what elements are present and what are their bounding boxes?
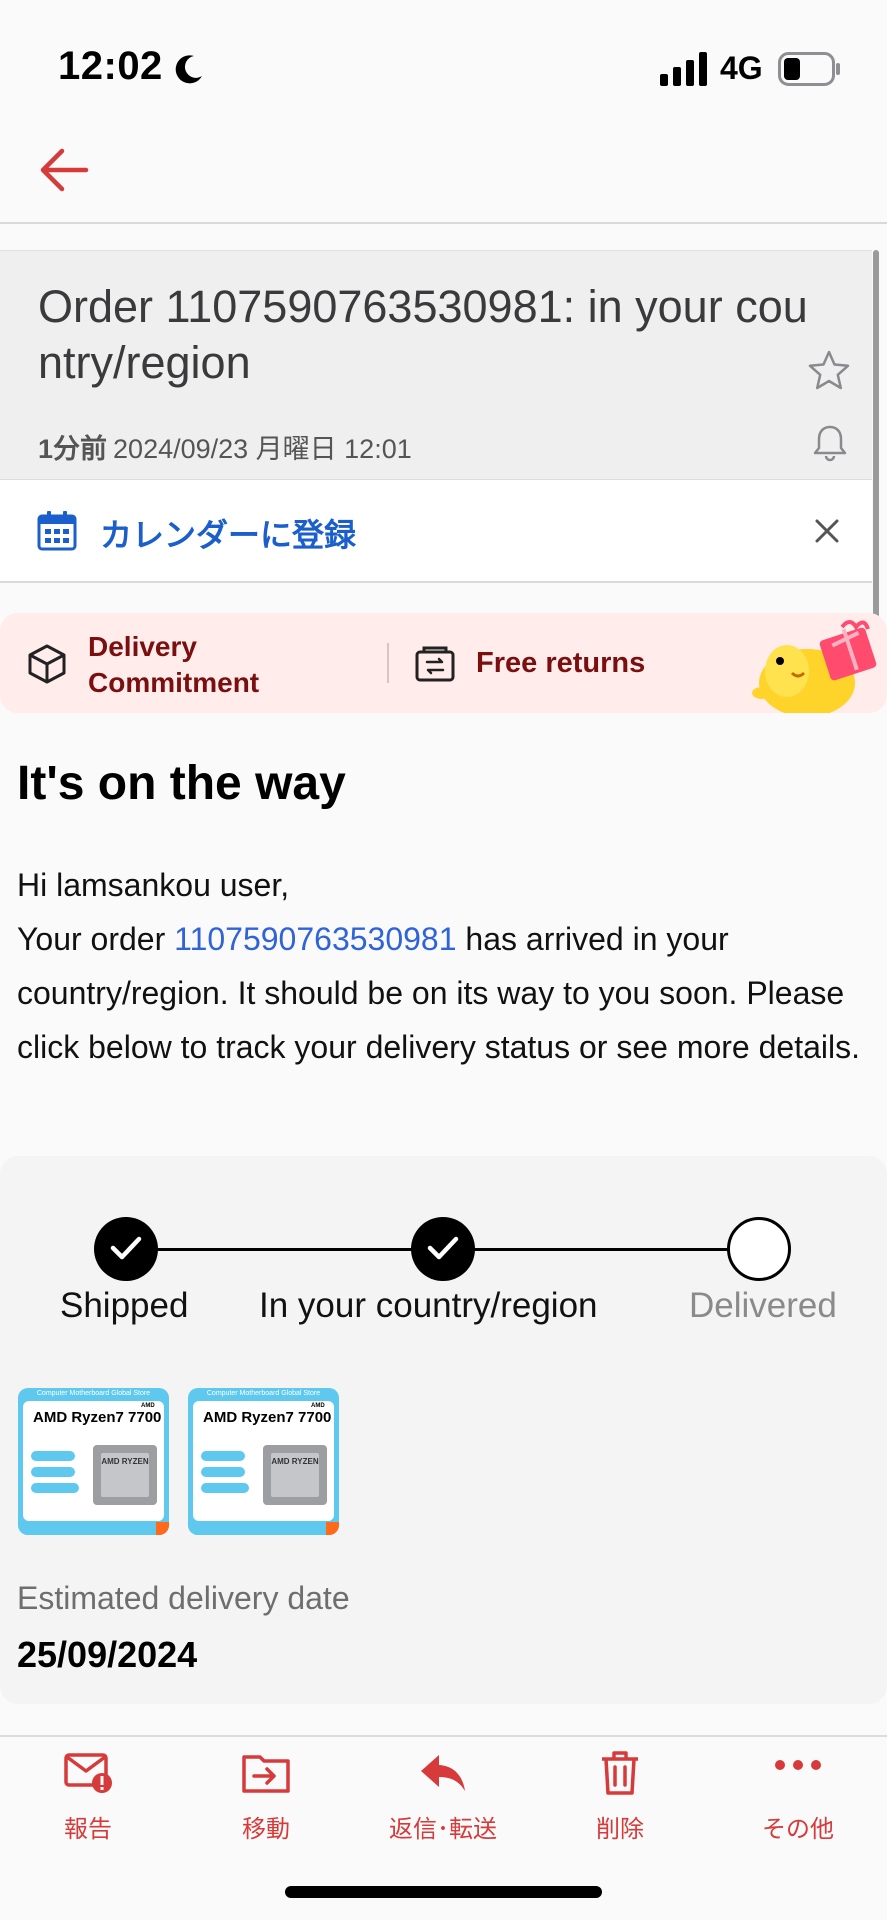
more-icon xyxy=(775,1760,821,1770)
mail-datetime: 2024/09/23 月曜日 12:01 xyxy=(113,434,412,464)
star-icon[interactable] xyxy=(805,347,853,395)
home-indicator[interactable] xyxy=(285,1886,602,1898)
thumb-store-name: Computer Motherboard Global Store xyxy=(206,1390,321,1397)
return-icon xyxy=(415,646,455,682)
mail-screen: 12:02 4G Order 1107590763530981: in your… xyxy=(0,0,887,1920)
thumb-pill xyxy=(201,1467,245,1477)
chip-label: AMD RYZEN xyxy=(101,1457,149,1466)
progress-line-2 xyxy=(474,1248,730,1251)
promo-separator xyxy=(387,643,389,683)
calendar-icon xyxy=(37,511,77,551)
delete-label: 削除 xyxy=(596,1816,644,1843)
report-mail-icon xyxy=(64,1753,112,1793)
mail-received-ago: 1分前 xyxy=(38,434,108,464)
step-label-shipped: Shipped xyxy=(60,1286,189,1325)
move-label: 移動 xyxy=(242,1816,290,1843)
order-paragraph: Your order 1107590763530981 has arrived … xyxy=(17,912,867,1074)
estimated-delivery-label: Estimated delivery date xyxy=(17,1580,350,1616)
check-icon xyxy=(110,1236,142,1260)
more-label: その他 xyxy=(762,1816,834,1843)
free-returns-label: Free returns xyxy=(476,647,646,679)
thumb-footer xyxy=(188,1522,339,1535)
thumb-panel: AMD AMD Ryzen7 7700 AMD RYZEN xyxy=(193,1401,334,1521)
step-label-delivered: Delivered xyxy=(689,1286,837,1325)
product-thumbnail[interactable]: Computer Motherboard Global Store AMD AM… xyxy=(18,1388,169,1535)
estimated-delivery-date: 25/09/2024 xyxy=(17,1634,198,1675)
product-thumbnail[interactable]: Computer Motherboard Global Store AMD AM… xyxy=(188,1388,339,1535)
move-folder-icon xyxy=(242,1755,290,1793)
add-to-calendar-label[interactable]: カレンダーに登録 xyxy=(100,510,356,556)
bell-icon[interactable] xyxy=(812,423,848,463)
headline: It's on the way xyxy=(17,757,346,810)
message-body: Hi lamsankou user, Your order 1107590763… xyxy=(17,858,867,1074)
mail-meta: 1分前 2024/09/23 月曜日 12:01 xyxy=(38,427,412,466)
thumb-pill xyxy=(31,1467,75,1477)
thumb-title: AMD Ryzen7 7700 xyxy=(33,1409,162,1426)
battery-icon xyxy=(778,52,840,86)
thumb-store-name: Computer Motherboard Global Store xyxy=(36,1390,151,1397)
step-delivered-dot xyxy=(727,1217,791,1281)
thumb-panel: AMD AMD Ryzen7 7700 AMD RYZEN xyxy=(23,1401,164,1521)
more-button[interactable]: その他 xyxy=(718,1749,878,1849)
moon-icon xyxy=(175,55,202,84)
status-bar: 12:02 4G xyxy=(0,0,887,130)
check-icon xyxy=(427,1236,459,1260)
thumb-pill xyxy=(31,1483,79,1493)
step-label-in-country: In your country/region xyxy=(259,1286,598,1325)
progress-line-1 xyxy=(158,1248,416,1251)
box-icon xyxy=(28,644,66,684)
thumb-pill xyxy=(201,1451,245,1461)
greeting-line: Hi lamsankou user, xyxy=(17,867,290,903)
order-number-link[interactable]: 1107590763530981 xyxy=(174,921,456,957)
step-in-country-dot xyxy=(411,1217,475,1281)
thumb-title: AMD Ryzen7 7700 xyxy=(203,1409,332,1426)
order-prefix: Your order xyxy=(17,921,175,957)
back-arrow-icon[interactable] xyxy=(36,142,92,198)
nav-divider xyxy=(0,222,887,224)
delivery-commitment-label: Delivery Commitment xyxy=(88,631,260,698)
reply-forward-button[interactable]: 返信･転送 xyxy=(363,1749,523,1849)
cpu-chip-image: AMD RYZEN xyxy=(93,1445,157,1505)
close-icon[interactable] xyxy=(812,516,842,546)
move-button[interactable]: 移動 xyxy=(186,1749,346,1849)
report-button[interactable]: 報告 xyxy=(8,1749,168,1849)
delete-button[interactable]: 削除 xyxy=(540,1749,700,1849)
mail-subject: Order 1107590763530981: in your country/… xyxy=(38,281,808,388)
add-to-calendar-bar[interactable]: カレンダーに登録 xyxy=(0,480,872,583)
reply-forward-label: 返信･転送 xyxy=(389,1816,497,1843)
mascot-illustration xyxy=(752,620,877,713)
network-type: 4G xyxy=(720,50,763,86)
thumb-pill xyxy=(201,1483,249,1493)
mail-header: Order 1107590763530981: in your country/… xyxy=(0,250,872,480)
promo-banner[interactable]: Delivery Commitment Free returns xyxy=(0,613,887,713)
step-shipped-dot xyxy=(94,1217,158,1281)
trash-icon xyxy=(602,1751,638,1795)
chip-label: AMD RYZEN xyxy=(271,1457,319,1466)
report-label: 報告 xyxy=(64,1816,112,1843)
thumb-pill xyxy=(31,1451,75,1461)
cpu-chip-image: AMD RYZEN xyxy=(263,1445,327,1505)
scrollbar[interactable] xyxy=(873,250,879,620)
signal-icon xyxy=(660,52,707,86)
reply-icon xyxy=(421,1755,465,1791)
status-time: 12:02 xyxy=(58,44,163,88)
thumb-footer xyxy=(18,1522,169,1535)
